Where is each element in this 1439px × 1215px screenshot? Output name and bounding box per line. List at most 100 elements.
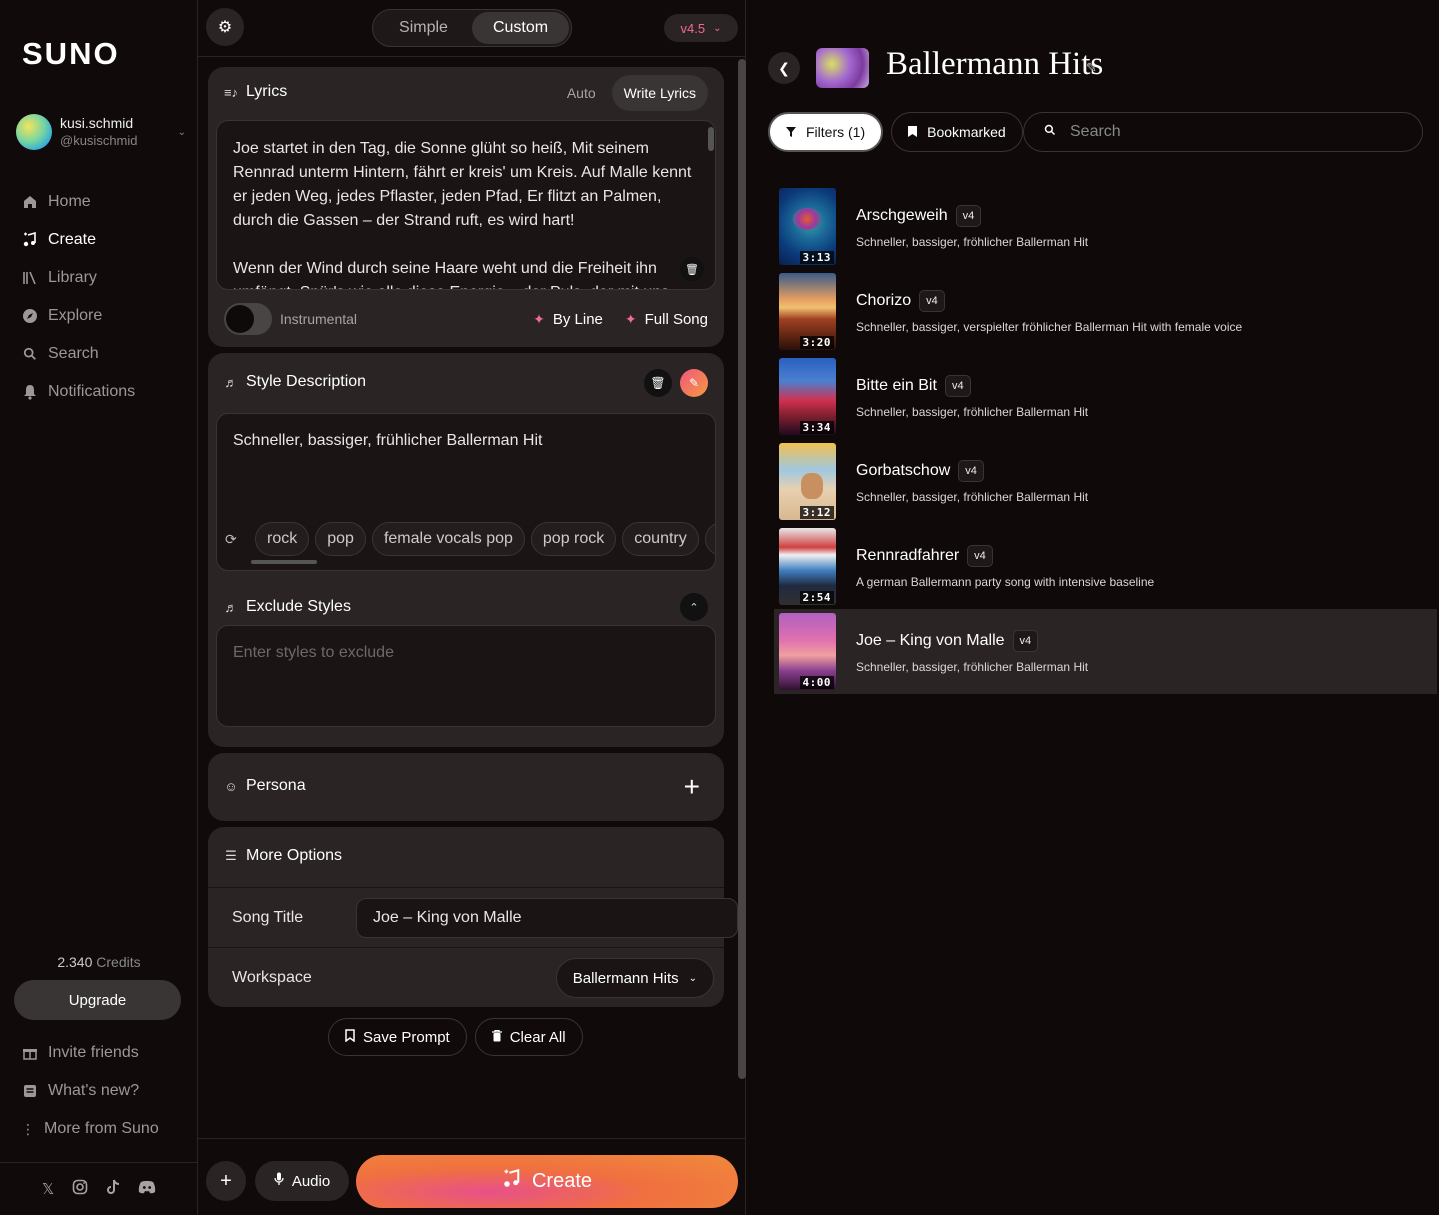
bookmarked-button[interactable]: Bookmarked [891,112,1023,152]
song-title[interactable]: Bitte ein Bit [856,377,937,395]
nav-home[interactable]: Home [22,183,135,221]
song-title[interactable]: Arschgeweih [856,207,948,225]
upgrade-button[interactable]: Upgrade [14,980,181,1020]
create-bottom-bar: + Audio Create [198,1138,746,1215]
style-tag[interactable]: female vocals pop [371,522,525,556]
instrumental-toggle[interactable] [224,303,272,335]
mode-custom-tab[interactable]: Custom [472,12,569,44]
audio-button[interactable]: Audio [255,1161,349,1201]
bookmark-icon [345,1028,355,1046]
clear-all-button[interactable]: Clear All [474,1018,583,1056]
nav-whats-new[interactable]: What's new? [22,1072,159,1110]
clear-style-button[interactable]: 🗑 [644,369,672,397]
nav-library[interactable]: Library [22,259,135,297]
sidebar: SUNO kusi.schmid @kusischmid ⌄ Home Crea… [0,0,198,1215]
nav-search[interactable]: Search [22,335,135,373]
song-description: Schneller, bassiger, fröhlicher Ballerma… [856,234,1089,249]
nav-whats-new-label: What's new? [48,1082,140,1099]
nav-search-label: Search [48,345,99,362]
lyrics-scrollbar[interactable] [708,127,714,151]
workspace-search-input[interactable] [1070,123,1390,141]
settings-button[interactable]: ⚙ [206,8,244,46]
song-title[interactable]: Gorbatschow [856,462,950,480]
song-title[interactable]: Joe – King von Malle [856,632,1005,650]
save-prompt-button[interactable]: Save Prompt [328,1018,467,1056]
song-cover[interactable]: 3:20 [779,273,836,350]
song-title-input[interactable]: Joe – King von Malle [356,898,738,938]
nav-create[interactable]: Create [22,221,135,259]
lyrics-auto-tab[interactable]: Auto [555,75,608,111]
refresh-icon[interactable]: ⟳ [225,531,245,548]
song-row[interactable]: 3:13 Arschgeweih v4 Schneller, bassiger, … [776,184,1437,269]
song-row-selected[interactable]: 4:00 Joe – King von Malle v4 Schneller, b… [774,609,1437,694]
chevron-down-icon: ⌄ [688,972,697,984]
workspace-select[interactable]: Ballermann Hits ⌄ [555,958,714,998]
lyrics-write-tab[interactable]: Write Lyrics [611,75,708,111]
style-tag[interactable]: pop [315,522,366,556]
song-row[interactable]: 3:34 Bitte ein Bit v4 Schneller, bassiger… [776,354,1437,439]
style-tag[interactable]: rock [255,522,310,556]
add-button[interactable]: + [206,1161,246,1201]
create-icon [502,1168,522,1195]
song-duration: 4:00 [799,676,834,689]
mode-simple-tab[interactable]: Simple [375,12,472,44]
tags-scrollbar[interactable] [251,560,317,564]
chevron-up-icon: ⌃ [689,601,699,614]
discord-icon[interactable] [138,1180,156,1198]
song-cover[interactable]: 2:54 [779,528,836,605]
more-options-header[interactable]: ☰ More Options [224,847,342,865]
song-cover[interactable]: 3:34 [779,358,836,435]
nav-notifications[interactable]: Notifications [22,373,135,411]
nav-invite-friends[interactable]: Invite friends [22,1034,159,1072]
avatar[interactable] [16,114,52,150]
version-badge: v4 [958,459,984,482]
exclude-styles-input[interactable] [233,644,693,662]
collapse-button[interactable]: ⌃ [680,593,708,621]
workspace-row: Workspace Ballermann Hits ⌄ [232,958,714,998]
style-tag[interactable]: country [622,522,699,556]
song-title[interactable]: Rennradfahrer [856,547,959,565]
lyrics-textarea[interactable]: Joe startet in den Tag, die Sonne glüht … [216,120,716,290]
clear-lyrics-button[interactable]: 🗑 [680,257,704,281]
style-tag[interactable]: pop rock [530,522,617,556]
nav-more-from-suno[interactable]: ⋮ More from Suno [21,1110,159,1148]
instagram-icon[interactable] [72,1179,88,1199]
by-line-button[interactable]: ✦ By Line [533,311,603,328]
create-button[interactable]: Create [356,1155,738,1208]
model-version-select[interactable]: v4.5 ⌄ [664,14,738,42]
tiktok-icon[interactable] [106,1179,120,1199]
chevron-down-icon[interactable]: ⌄ [178,127,186,138]
user-name: kusi.schmid [60,115,134,131]
add-persona-button[interactable]: + [684,771,700,803]
magic-wand-button[interactable]: ✎ [680,369,708,397]
song-row[interactable]: 2:54 Rennradfahrer v4 A german Ballermann… [776,524,1437,609]
trash-icon [491,1029,502,1046]
song-row[interactable]: 3:20 Chorizo v4 Schneller, bassiger, vers… [776,269,1437,354]
song-row[interactable]: 3:12 Gorbatschow v4 Schneller, bassiger, … [776,439,1437,524]
create-panel-scrollbar[interactable] [738,57,746,1137]
style-textarea[interactable]: Schneller, bassiger, frühlicher Ballerma… [216,413,716,571]
filters-button[interactable]: Filters (1) [768,112,884,152]
suno-logo[interactable]: SUNO [22,36,120,72]
song-cover[interactable]: 3:13 [779,188,836,265]
bookmarked-label: Bookmarked [927,124,1006,140]
lyrics-controls: Instrumental ✦ By Line ✦ Full Song [224,303,708,335]
x-icon[interactable]: 𝕏 [42,1180,54,1198]
song-title[interactable]: Chorizo [856,292,911,310]
edit-pencil-icon[interactable]: ✎ [1086,60,1097,76]
nav-home-label: Home [48,193,91,210]
trash-icon: 🗑 [650,376,666,390]
workspace-panel: ❮ Ballermann Hits ✎ Filters (1) Bookmark… [746,0,1439,1215]
nav-explore[interactable]: Explore [22,297,135,335]
nav-library-label: Library [48,269,97,286]
full-song-button[interactable]: ✦ Full Song [625,311,708,328]
song-cover[interactable]: 4:00 [779,613,836,690]
user-menu[interactable]: kusi.schmid @kusischmid ⌄ [16,114,186,150]
user-handle: @kusischmid [60,133,138,148]
back-button[interactable]: ❮ [768,52,800,84]
song-cover[interactable]: 3:12 [779,443,836,520]
style-actions: 🗑 ✎ [644,369,708,397]
style-tag[interactable]: anir [704,522,715,556]
persona-card[interactable]: ☺ Persona + [208,753,724,821]
song-description: Schneller, bassiger, fröhlicher Ballerma… [856,659,1089,674]
